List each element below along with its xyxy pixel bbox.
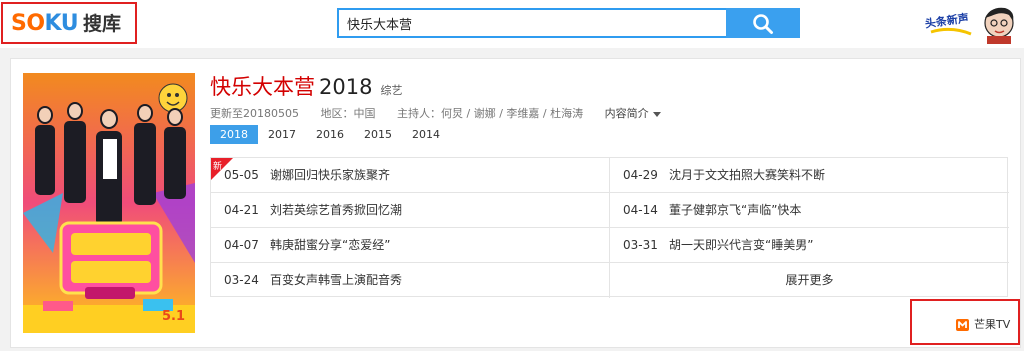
- episode-list: 新 05-05 谢娜回归快乐家族聚齐 04-29 沈月于文文拍照大赛笑料不断 04-…: [210, 157, 1009, 298]
- episode-item[interactable]: 04-21 刘若英综艺首秀掀回忆潮: [211, 193, 610, 228]
- tab-year-2018[interactable]: 2018: [210, 125, 258, 144]
- tab-year-2015[interactable]: 2015: [354, 125, 402, 144]
- search-button[interactable]: [726, 8, 800, 38]
- intro-label: 内容简介: [604, 107, 649, 120]
- show-title[interactable]: 快乐大本营: [210, 75, 315, 99]
- soku-logo[interactable]: SOKU 搜库: [1, 2, 137, 44]
- top-header: SOKU 搜库 头条新声: [0, 0, 1024, 48]
- tab-year-2014[interactable]: 2014: [402, 125, 450, 144]
- search-bar: [337, 8, 800, 38]
- show-category: 综艺: [380, 84, 403, 97]
- chevron-down-icon: [652, 111, 661, 117]
- show-title-row: 快乐大本营 2018 综艺: [210, 71, 402, 101]
- episode-item[interactable]: 03-31 胡一天即兴代言变“睡美男”: [610, 228, 1009, 263]
- episode-item[interactable]: 04-14 董子健郭京飞“声临”快本: [610, 193, 1009, 228]
- show-year: 2018: [319, 75, 373, 99]
- logo-wordmark: SOKU: [11, 11, 79, 36]
- result-card: 5.1 快乐大本营 2018 综艺 更新至20180505 地区：中国 主持人：何炅…: [10, 58, 1021, 348]
- show-meta: 更新至20180505 地区：中国 主持人：何炅 / 谢娜 / 李维嘉 / 杜海…: [210, 105, 661, 121]
- episode-item[interactable]: 03-24 百变女声韩雪上演配音秀: [211, 263, 610, 298]
- intro-toggle[interactable]: 内容简介: [605, 107, 661, 120]
- year-tabs: 2018 2017 2016 2015 2014: [210, 125, 450, 145]
- logo-chinese-text: 搜库: [83, 13, 122, 35]
- user-avatar-art[interactable]: 头条新声: [921, 2, 1021, 44]
- show-poster[interactable]: [23, 73, 195, 333]
- update-status: 更新至20180505: [210, 107, 299, 120]
- search-icon: [753, 14, 773, 34]
- hosts: 主持人：何炅 / 谢娜 / 李维嘉 / 杜海涛: [397, 107, 584, 120]
- source-label: 芒果TV: [974, 318, 1011, 331]
- source-mango-tv[interactable]: 芒果TV: [910, 299, 1020, 345]
- new-badge-icon: 新: [211, 158, 233, 180]
- episode-item[interactable]: 04-07 韩庚甜蜜分享“恋爱经”: [211, 228, 610, 263]
- svg-text:新: 新: [213, 160, 222, 172]
- search-input[interactable]: [337, 8, 726, 38]
- mango-tv-icon: [956, 319, 969, 331]
- tab-year-2016[interactable]: 2016: [306, 125, 354, 144]
- tab-year-2017[interactable]: 2017: [258, 125, 306, 144]
- region: 地区：中国: [320, 107, 376, 120]
- episode-item[interactable]: 新 05-05 谢娜回归快乐家族聚齐: [211, 158, 610, 193]
- poster-rating-badge: 5.1: [162, 309, 186, 324]
- expand-more-button[interactable]: 展开更多: [610, 263, 1009, 298]
- episode-item[interactable]: 04-29 沈月于文文拍照大赛笑料不断: [610, 158, 1009, 193]
